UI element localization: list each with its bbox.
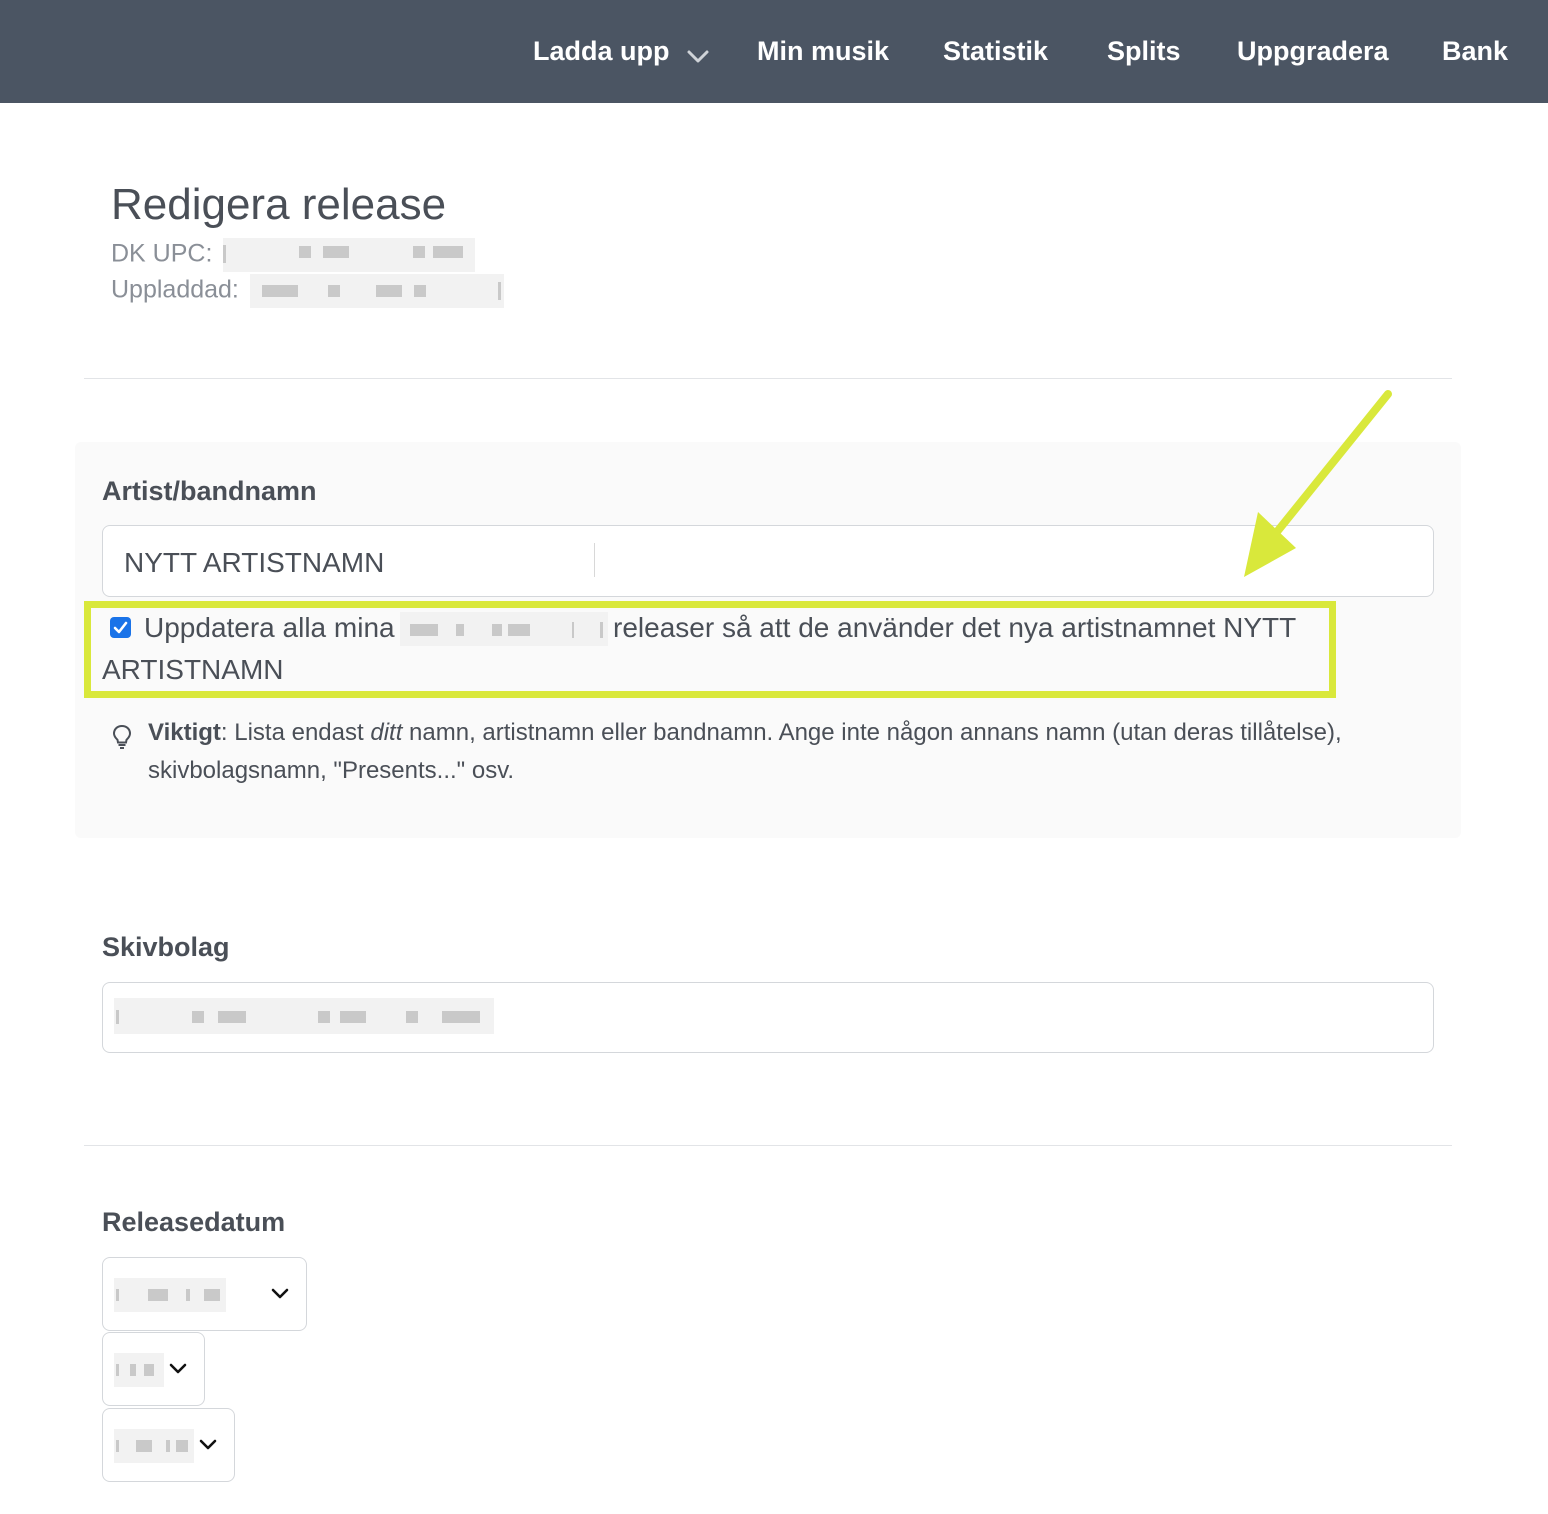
- hint-line-1: Viktigt: Lista endast ditt namn, artistn…: [148, 719, 1342, 747]
- redacted-year: [114, 1429, 194, 1463]
- redacted-upc: [223, 238, 476, 272]
- artist-name-value: NYTT ARTISTNAMN: [124, 547, 385, 578]
- update-releases-text-3: ARTISTNAMN: [102, 654, 284, 685]
- artist-label: Artist/bandnamn: [102, 476, 317, 506]
- redacted-day: [114, 1353, 164, 1387]
- redacted-month: [114, 1278, 226, 1312]
- hint-text-1: : Lista endast: [220, 719, 371, 746]
- hint-text-2: namn, artistnamn eller bandnamn. Ange in…: [402, 719, 1342, 746]
- chevron-down-icon: [198, 1437, 218, 1458]
- upc-row: DK UPC:: [111, 238, 476, 272]
- update-releases-checkbox[interactable]: [110, 617, 131, 638]
- update-releases-text-2: releaser så att de använder det nya arti…: [613, 612, 1297, 643]
- redacted-artist-name: [400, 612, 608, 646]
- uploaded-label: Uppladdad:: [111, 275, 239, 304]
- release-date-label: Releasedatum: [102, 1207, 286, 1237]
- section-divider-2: [84, 1145, 1452, 1146]
- hint-bold: Viktigt: [148, 719, 221, 746]
- release-day-select[interactable]: [102, 1332, 205, 1406]
- artist-name-input[interactable]: NYTT ARTISTNAMN: [102, 525, 1434, 597]
- chevron-down-icon: [168, 1361, 188, 1382]
- nav-statistics[interactable]: Statistik: [943, 0, 1048, 103]
- text-caret: [594, 543, 595, 577]
- chevron-down-icon: [270, 1286, 290, 1307]
- record-label-input[interactable]: [102, 982, 1434, 1053]
- update-releases-text-1: Uppdatera alla mina: [144, 612, 395, 643]
- redacted-uploaded-date: [249, 274, 504, 308]
- redacted-record-label: [114, 998, 494, 1034]
- section-divider: [84, 378, 1452, 379]
- nav-upload[interactable]: Ladda upp: [533, 0, 710, 103]
- hint-italic: ditt: [370, 719, 403, 746]
- nav-upload-label: Ladda upp: [533, 36, 670, 66]
- nav-my-music[interactable]: Min musik: [757, 0, 889, 103]
- page-title: Redigera release: [111, 180, 447, 229]
- chevron-down-icon: [686, 44, 710, 68]
- release-month-select[interactable]: [102, 1257, 307, 1331]
- checkmark-icon: [113, 621, 128, 634]
- nav-splits[interactable]: Splits: [1107, 0, 1181, 103]
- nav-upgrade[interactable]: Uppgradera: [1237, 0, 1389, 103]
- release-year-select[interactable]: [102, 1408, 235, 1482]
- uploaded-row: Uppladdad:: [111, 274, 504, 308]
- nav-bank[interactable]: Bank: [1442, 0, 1508, 103]
- record-label-label: Skivbolag: [102, 932, 230, 962]
- lightbulb-icon: [112, 724, 132, 755]
- hint-line-2: skivbolagsnamn, "Presents..." osv.: [148, 757, 515, 784]
- upc-label: DK UPC:: [111, 239, 213, 268]
